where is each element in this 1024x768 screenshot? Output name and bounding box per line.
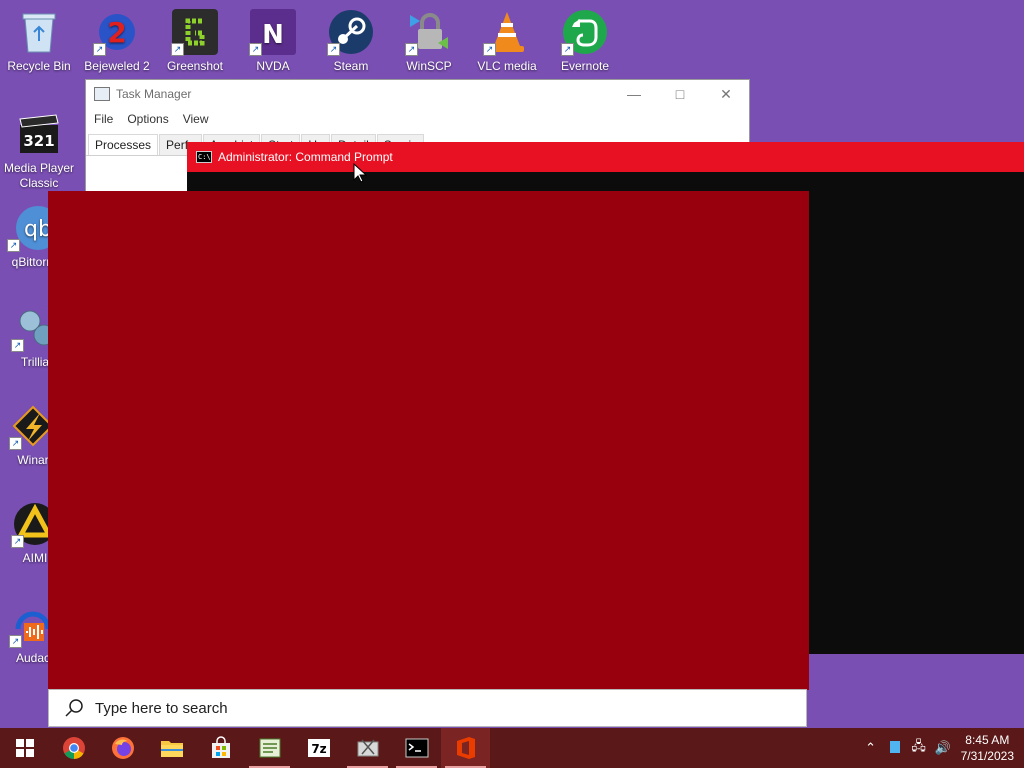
vlc-cone-icon: ↗ xyxy=(483,8,531,56)
desktop-icon-winscp[interactable]: ↗ WinSCP xyxy=(390,8,468,74)
command-prompt-icon: C:\ xyxy=(196,151,212,163)
desktop-icon-label: NVDA xyxy=(256,59,290,73)
taskbar-office[interactable] xyxy=(441,728,490,768)
search-icon xyxy=(63,697,85,719)
clock-date: 7/31/2023 xyxy=(960,749,1014,763)
menu-file[interactable]: File xyxy=(94,112,113,126)
svg-text:7z: 7z xyxy=(311,742,326,756)
svg-text:321: 321 xyxy=(23,132,54,150)
folder-icon xyxy=(160,741,183,757)
task-manager-title: Task Manager xyxy=(116,87,192,101)
desktop-icon-label: Bejeweled 2 xyxy=(84,59,150,73)
clapperboard-icon: 321 xyxy=(15,110,63,158)
shortcut-arrow-icon: ↗ xyxy=(171,43,184,56)
store-bag-icon xyxy=(211,736,230,758)
taskbar-7zip[interactable]: 7z xyxy=(294,728,343,768)
command-prompt-title: Administrator: Command Prompt xyxy=(218,150,393,164)
desktop-icon-label: WinSCP xyxy=(406,59,452,73)
desktop-icon-label: Steam xyxy=(333,59,369,73)
shortcut-arrow-icon: ↗ xyxy=(11,339,24,352)
steam-icon: ↗ xyxy=(327,8,375,56)
windows-logo-icon xyxy=(15,739,34,757)
evernote-icon: ↗ xyxy=(561,8,609,56)
shortcut-arrow-icon: ↗ xyxy=(7,239,20,252)
snipping-tool-icon xyxy=(357,739,378,757)
shortcut-arrow-icon: ↗ xyxy=(9,437,22,450)
svg-text:2: 2 xyxy=(107,16,126,49)
chrome-icon xyxy=(62,737,85,759)
shortcut-arrow-icon: ↗ xyxy=(483,43,496,56)
taskbar-search-box[interactable]: Type here to search xyxy=(48,689,807,727)
volume-icon[interactable]: 🔊 xyxy=(931,740,955,756)
shortcut-arrow-icon: ↗ xyxy=(561,43,574,56)
desktop-icon-evernote[interactable]: ↗ Evernote xyxy=(546,8,624,74)
notification-blue-icon[interactable] xyxy=(883,740,907,756)
desktop-icon-steam[interactable]: ↗ Steam xyxy=(312,8,390,74)
winscp-icon: ↗ xyxy=(405,8,453,56)
taskbar-notepad-plus[interactable] xyxy=(245,728,294,768)
tab-processes[interactable]: Processes xyxy=(88,134,159,155)
desktop-icon-label: Media Player Classic xyxy=(3,161,75,190)
shortcut-arrow-icon: ↗ xyxy=(327,43,340,56)
clock[interactable]: 8:45 AM 7/31/2023 xyxy=(955,732,1024,764)
nvda-icon: N ↗ xyxy=(249,8,297,56)
terminal-icon xyxy=(405,738,428,758)
taskbar-command-prompt[interactable] xyxy=(392,728,441,768)
menu-options[interactable]: Options xyxy=(127,112,168,126)
shortcut-arrow-icon: ↗ xyxy=(93,43,106,56)
notepad-icon xyxy=(259,738,280,758)
start-button[interactable] xyxy=(0,728,49,768)
taskbar-snipping-tool[interactable] xyxy=(343,728,392,768)
desktop-icon-recycle-bin[interactable]: Recycle Bin xyxy=(0,8,78,74)
maximize-button[interactable]: □ xyxy=(657,80,703,108)
desktop-icon-label: Greenshot xyxy=(166,59,224,73)
task-manager-icon xyxy=(94,87,110,101)
greenshot-icon: ↗ xyxy=(171,8,219,56)
minimize-button[interactable]: — xyxy=(611,80,657,108)
desktop-icon-label: VLC media xyxy=(477,59,537,73)
taskbar-chrome[interactable] xyxy=(49,728,98,768)
recycle-bin-icon xyxy=(15,8,63,56)
chevron-up-icon[interactable]: ⌃ xyxy=(859,740,883,756)
desktop-icon-nvda[interactable]: N ↗ NVDA xyxy=(234,8,312,74)
shortcut-arrow-icon: ↗ xyxy=(249,43,262,56)
taskbar-firefox[interactable] xyxy=(98,728,147,768)
desktop-icon-label: Recycle Bin xyxy=(7,59,71,73)
taskbar: 7z ⌃ 🖧 🔊 8:45 AM 7/31/2023 xyxy=(0,728,1024,768)
mouse-cursor-icon xyxy=(353,163,367,183)
7zip-icon: 7z xyxy=(307,739,330,757)
office-icon xyxy=(456,737,475,759)
desktop-icon-media-player-classic[interactable]: 321 Media Player Classic xyxy=(0,110,78,191)
shortcut-arrow-icon: ↗ xyxy=(405,43,418,56)
shortcut-arrow-icon: ↗ xyxy=(9,635,22,648)
command-prompt-titlebar[interactable]: C:\ Administrator: Command Prompt xyxy=(187,142,1024,172)
svg-text:N: N xyxy=(262,20,284,50)
bejeweled-icon: 2 ↗ xyxy=(93,8,141,56)
taskbar-store[interactable] xyxy=(196,728,245,768)
close-button[interactable]: ✕ xyxy=(703,80,749,108)
search-placeholder: Type here to search xyxy=(95,699,228,717)
desktop-icon-greenshot[interactable]: ↗ Greenshot xyxy=(156,8,234,74)
clock-time: 8:45 AM xyxy=(965,733,1010,747)
desktop-icon-label: Evernote xyxy=(560,59,610,73)
shortcut-arrow-icon: ↗ xyxy=(11,535,24,548)
taskbar-file-explorer[interactable] xyxy=(147,728,196,768)
start-menu-panel[interactable] xyxy=(48,191,809,690)
desktop-icon-bejeweled[interactable]: 2 ↗ Bejeweled 2 xyxy=(78,8,156,74)
menu-view[interactable]: View xyxy=(183,112,209,126)
network-icon[interactable]: 🖧 xyxy=(907,737,931,759)
desktop-icon-vlc[interactable]: ↗ VLC media xyxy=(468,8,546,74)
firefox-icon xyxy=(111,737,134,759)
